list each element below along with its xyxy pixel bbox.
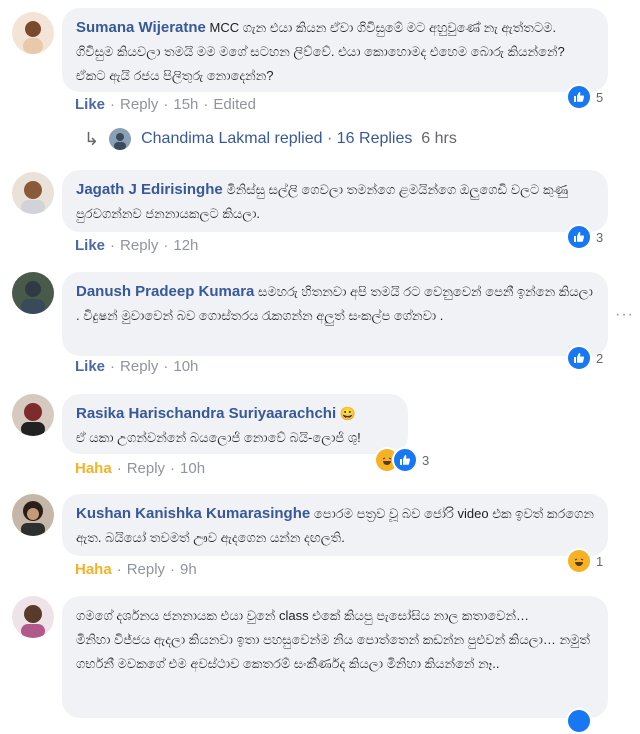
comment-actions: Like · Reply · 12h [75, 237, 199, 254]
comment-bubble: Danush Pradeep Kumara සමහරු හිතනවා අපි ත… [62, 272, 608, 356]
comment-actions: Haha · Reply · 9h [75, 561, 197, 578]
reply-button[interactable]: Reply [127, 561, 165, 578]
comment-author[interactable]: Danush Pradeep Kumara [76, 283, 254, 300]
comment-author[interactable]: Jagath J Edirisinghe [76, 181, 223, 198]
reaction-count: 3 [596, 229, 604, 245]
reaction-summary[interactable]: 1 [566, 548, 603, 574]
comment-time[interactable]: 9h [180, 561, 197, 578]
avatar[interactable] [12, 172, 54, 214]
comment-time[interactable]: 15h [173, 96, 198, 113]
reaction-count: 2 [596, 350, 604, 366]
like-button[interactable]: Like [75, 237, 105, 254]
thumbs-up-icon [566, 84, 592, 110]
haha-reaction-button[interactable]: Haha [75, 561, 112, 578]
reaction-summary[interactable]: 2 [566, 345, 603, 371]
comment-actions: Like · Reply · 10h [75, 358, 199, 375]
comment-text: Rasika Harischandra Suriyaarachchi 😀 ඒ ය… [76, 402, 394, 450]
thumbs-up-icon [566, 708, 592, 734]
comment-actions: Like · Reply · 15h · Edited [75, 96, 256, 113]
thumbs-up-icon [566, 224, 592, 250]
more-options-icon[interactable]: ··· [615, 306, 634, 324]
avatar[interactable] [12, 272, 54, 314]
laughing-emoji: 😀 [339, 406, 356, 421]
like-button[interactable]: Like [75, 358, 105, 375]
reply-button[interactable]: Reply [120, 96, 158, 113]
comment-author[interactable]: Rasika Harischandra Suriyaarachchi [76, 405, 336, 422]
reaction-summary[interactable] [566, 708, 592, 734]
comment-author[interactable]: Sumana Wijeratne [76, 19, 206, 36]
avatar[interactable] [12, 12, 54, 54]
comment-body: මිනිහා විජ්ජය ඇදලා කියනවා ඉතා පහසුවෙන්ම … [76, 632, 590, 671]
comment-actions: Haha · Reply · 10h [75, 460, 206, 477]
comment-text: Jagath J Edirisinghe මිනිස්සු සල්ලි ගෙවල… [76, 178, 594, 226]
edited-label: Edited [213, 96, 256, 113]
reaction-summary[interactable]: 5 [566, 84, 603, 110]
reply-button[interactable]: Reply [120, 237, 158, 254]
replies-time: 6 hrs [421, 130, 457, 147]
thumbs-up-icon [566, 345, 592, 371]
haha-reaction-button[interactable]: Haha [75, 460, 112, 477]
reaction-count: 1 [596, 553, 604, 569]
comment-bubble: Jagath J Edirisinghe මිනිස්සු සල්ලි ගෙවල… [62, 170, 608, 232]
avatar[interactable] [12, 596, 54, 638]
comment-text: ගමගේ දර්ශනය ජනනායක එයා වුනේ class එකේ කි… [76, 604, 594, 676]
reaction-count: 3 [422, 452, 430, 468]
reaction-summary[interactable]: 3 [374, 447, 429, 473]
comment-bubble: Kushan Kanishka Kumarasinghe පොරම පත්‍රව… [62, 494, 608, 556]
laughing-face-icon [566, 548, 592, 574]
comment-time[interactable]: 10h [180, 460, 205, 477]
comment-bubble: Sumana Wijeratne MCC ගැන එයා කියන ඒවා ගි… [62, 8, 608, 92]
comment-text: Sumana Wijeratne MCC ගැන එයා කියන ඒවා ගි… [76, 16, 594, 88]
reaction-summary[interactable]: 3 [566, 224, 603, 250]
comment-time[interactable]: 12h [173, 237, 198, 254]
replied-label: replied [274, 130, 323, 147]
comment-author[interactable]: Kushan Kanishka Kumarasinghe [76, 505, 310, 522]
reaction-count: 5 [596, 89, 604, 105]
comment-bubble: Rasika Harischandra Suriyaarachchi 😀 ඒ ය… [62, 394, 408, 454]
comment-time[interactable]: 10h [173, 358, 198, 375]
comment-bubble: ගමගේ දර්ශනය ජනනායක එයා වුනේ class එකේ කි… [62, 596, 608, 718]
reply-button[interactable]: Reply [127, 460, 165, 477]
comment-body: ඒ යකා උගන්වන්නේ බයලොජි නොවේ බයි-ලොජි ශු! [76, 430, 361, 445]
comment-text: Kushan Kanishka Kumarasinghe පොරම පත්‍රව… [76, 502, 594, 550]
replier-name[interactable]: Chandima Lakmal [141, 130, 270, 148]
comment-text: Danush Pradeep Kumara සමහරු හිතනවා අපි ත… [76, 280, 594, 328]
reply-button[interactable]: Reply [120, 358, 158, 375]
like-button[interactable]: Like [75, 96, 105, 113]
view-replies-link[interactable]: ↳ Chandima Lakmal replied · 16 Replies 6… [84, 128, 457, 150]
avatar[interactable] [12, 494, 54, 536]
thumbs-up-icon [392, 447, 418, 473]
avatar[interactable] [12, 394, 54, 436]
avatar [109, 128, 132, 150]
reply-arrow-icon: ↳ [84, 128, 100, 149]
dot-separator: · [326, 130, 333, 147]
replies-count[interactable]: 16 Replies [337, 130, 413, 148]
comment-body: ගමගේ දර්ශනය ජනනායක එයා වුනේ class එකේ කි… [76, 608, 530, 623]
